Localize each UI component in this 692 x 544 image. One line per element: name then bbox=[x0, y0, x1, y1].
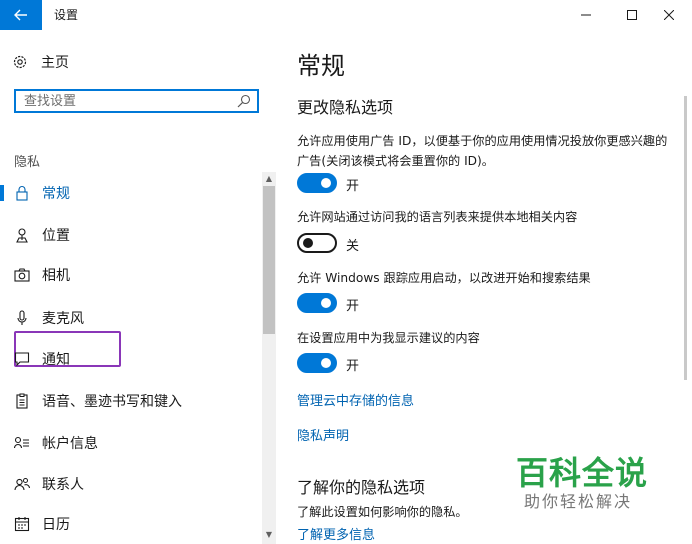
title-bar: 设置 bbox=[0, 0, 692, 30]
maximize-icon bbox=[627, 10, 637, 20]
option-text-advertising-id: 允许应用使用广告 ID，以便基于你的应用使用情况投放你更感兴趣的广告(关闭该模式… bbox=[297, 134, 668, 168]
scroll-up-arrow-icon[interactable]: ▲ bbox=[262, 172, 276, 186]
option-text-language-list: 允许网站通过访问我的语言列表来提供本地相关内容 bbox=[297, 210, 578, 224]
nav-home[interactable]: 主页 bbox=[12, 50, 69, 74]
close-button[interactable] bbox=[646, 0, 692, 30]
section-label-privacy: 隐私 bbox=[14, 155, 41, 170]
nav-item-label: 麦克风 bbox=[42, 311, 84, 327]
toggle-knob bbox=[321, 298, 331, 308]
microphone-icon bbox=[14, 310, 30, 326]
lock-icon bbox=[14, 185, 30, 201]
nav-item-calendar[interactable]: 日历 bbox=[0, 511, 262, 537]
option-text-app-launch-tracking: 允许 Windows 跟踪应用启动，以改进开始和搜索结果 bbox=[297, 271, 591, 285]
back-button[interactable] bbox=[0, 0, 42, 30]
nav-item-microphone[interactable]: 麦克风 bbox=[0, 305, 262, 331]
clipboard-icon bbox=[14, 393, 30, 409]
nav-item-label: 日历 bbox=[42, 517, 70, 533]
nav-item-label: 相机 bbox=[42, 268, 70, 284]
main-scrollbar[interactable] bbox=[684, 96, 687, 380]
calendar-icon bbox=[14, 516, 30, 532]
notification-icon bbox=[14, 351, 30, 367]
search-box bbox=[14, 89, 259, 113]
scroll-down-arrow-icon[interactable]: ▼ bbox=[262, 528, 276, 542]
watermark-subtitle: 助你轻松解决 bbox=[524, 492, 633, 511]
option-text-suggested-content: 在设置应用中为我显示建议的内容 bbox=[297, 331, 480, 345]
toggle-language-list[interactable] bbox=[297, 233, 337, 253]
toggle-knob bbox=[321, 358, 331, 368]
nav-item-label: 联系人 bbox=[42, 477, 84, 493]
search-input[interactable] bbox=[16, 91, 244, 111]
link-manage-cloud-info[interactable]: 管理云中存储的信息 bbox=[297, 390, 414, 409]
link-privacy-statement[interactable]: 隐私声明 bbox=[297, 425, 349, 444]
section-description: 了解此设置如何影响你的隐私。 bbox=[297, 505, 468, 519]
location-icon bbox=[14, 227, 30, 243]
toggle-suggested-content[interactable] bbox=[297, 353, 337, 373]
minimize-button[interactable] bbox=[563, 0, 609, 30]
nav-item-label: 帐户信息 bbox=[42, 436, 98, 452]
nav-item-contacts[interactable]: 联系人 bbox=[0, 471, 262, 497]
toggle-knob bbox=[303, 238, 313, 248]
toggle-state-label: 关 bbox=[346, 239, 360, 254]
minimize-icon bbox=[581, 14, 591, 16]
nav-item-label: 常规 bbox=[42, 186, 70, 202]
camera-icon bbox=[14, 267, 30, 283]
sidebar-scrollbar-thumb[interactable] bbox=[263, 186, 275, 334]
contacts-icon bbox=[14, 476, 30, 492]
window-title: 设置 bbox=[54, 8, 79, 22]
nav-item-location[interactable]: 位置 bbox=[0, 222, 262, 248]
nav-item-speech-inking-typing[interactable]: 语音、墨迹书写和键入 bbox=[0, 388, 262, 414]
section-title-change-privacy: 更改隐私选项 bbox=[297, 98, 394, 117]
back-arrow-icon bbox=[14, 9, 27, 21]
close-icon bbox=[664, 10, 674, 20]
active-indicator bbox=[0, 185, 4, 201]
toggle-app-launch-tracking[interactable] bbox=[297, 293, 337, 313]
toggle-state-label: 开 bbox=[346, 359, 360, 374]
page-title: 常规 bbox=[297, 52, 345, 80]
nav-item-label: 位置 bbox=[42, 228, 70, 244]
nav-item-account-info[interactable]: 帐户信息 bbox=[0, 430, 262, 456]
section-title-know-privacy: 了解你的隐私选项 bbox=[297, 478, 426, 497]
gear-icon bbox=[13, 55, 27, 69]
toggle-state-label: 开 bbox=[346, 299, 360, 314]
toggle-knob bbox=[321, 178, 331, 188]
nav-item-label: 语音、墨迹书写和键入 bbox=[42, 394, 182, 410]
link-learn-more[interactable]: 了解更多信息 bbox=[297, 524, 375, 543]
nav-item-label: 通知 bbox=[42, 352, 70, 368]
search-icon[interactable] bbox=[237, 94, 251, 108]
nav-item-camera[interactable]: 相机 bbox=[0, 262, 262, 288]
toggle-advertising-id[interactable] bbox=[297, 173, 337, 193]
nav-home-label: 主页 bbox=[41, 55, 69, 71]
account-info-icon bbox=[14, 435, 30, 451]
nav-item-general[interactable]: 常规 bbox=[0, 180, 262, 206]
nav-item-notification[interactable]: 通知 bbox=[0, 346, 262, 372]
toggle-state-label: 开 bbox=[346, 179, 360, 194]
sidebar: 主页 隐私 常规 位置 相机 麦克风 bbox=[0, 30, 278, 544]
